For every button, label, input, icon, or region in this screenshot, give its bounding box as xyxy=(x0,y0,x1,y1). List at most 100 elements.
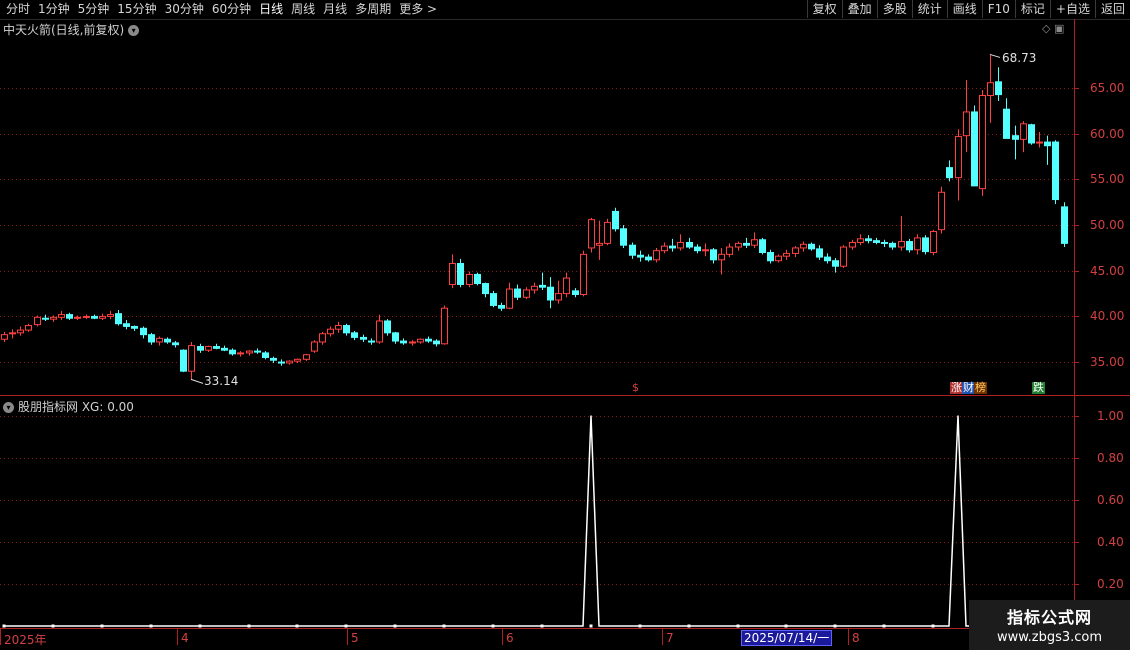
candle-up xyxy=(930,231,937,254)
low-price-label: 33.14 xyxy=(204,374,239,389)
candle-up xyxy=(50,316,57,320)
candle-up xyxy=(718,253,725,261)
high-marker-line xyxy=(989,53,1001,58)
xg-dot xyxy=(833,624,837,628)
xg-dot xyxy=(149,624,153,628)
chevron-down-icon[interactable]: ▾ xyxy=(3,402,14,413)
candle-up xyxy=(563,277,570,295)
xg-dot xyxy=(931,624,935,628)
candle-up xyxy=(702,249,709,252)
candle-down xyxy=(392,332,399,342)
time-axis-label: 2025年 xyxy=(4,633,47,647)
chevron-down-icon[interactable]: ▾ xyxy=(128,25,140,36)
watermark-line1: 指标公式网 xyxy=(1006,608,1092,627)
candle-down xyxy=(873,240,880,243)
xg-line xyxy=(4,415,1064,627)
xg-dot xyxy=(491,624,495,628)
candle-up xyxy=(286,360,293,364)
candle-down xyxy=(922,237,929,253)
candle-up xyxy=(327,328,334,335)
candle-up xyxy=(898,241,905,248)
price-axis-label: 35.00 xyxy=(1090,354,1125,369)
candle-down xyxy=(115,313,122,325)
candle-down xyxy=(425,338,432,342)
candle-up xyxy=(963,111,970,137)
candle-down xyxy=(743,242,750,246)
candle-down xyxy=(433,340,440,345)
kline-chart[interactable] xyxy=(0,0,1130,650)
candle-up xyxy=(506,288,513,309)
candle-down xyxy=(498,304,505,309)
candle-up xyxy=(74,316,81,319)
xg-dot xyxy=(198,624,202,628)
xg-dot xyxy=(2,624,6,628)
candle-down xyxy=(148,334,155,343)
candle-up xyxy=(25,325,32,331)
candle-down xyxy=(278,361,285,364)
time-axis-label: 6 xyxy=(506,631,514,645)
candle-up xyxy=(303,354,310,360)
price-axis-label: 45.00 xyxy=(1090,263,1125,278)
candle-up xyxy=(726,246,733,255)
watermark: 指标公式网 www.zbgs3.com xyxy=(969,600,1130,650)
candle-down xyxy=(808,243,815,250)
candle-down xyxy=(686,241,693,248)
xg-dot xyxy=(736,624,740,628)
window-icon[interactable]: ▣ xyxy=(1054,22,1064,35)
candle-up xyxy=(466,273,473,285)
candle-down xyxy=(360,336,367,340)
candle-down xyxy=(645,256,652,261)
candle-down xyxy=(351,332,358,338)
candle-down xyxy=(865,238,872,242)
candle-up xyxy=(849,241,856,248)
candle-down xyxy=(474,273,481,285)
xg-dot xyxy=(589,624,593,628)
indicator-title-text: 股朋指标网 XG: 0.00 xyxy=(18,400,134,414)
chart-corner-icons[interactable]: ◇ ▣ xyxy=(1042,22,1064,35)
signal-marker[interactable]: 跌 xyxy=(1032,382,1045,394)
candle-up xyxy=(319,333,326,343)
candle-up xyxy=(979,95,986,190)
time-axis-label: 4 xyxy=(181,631,189,645)
candle-up xyxy=(604,221,611,244)
candle-down xyxy=(816,248,823,258)
signal-marker[interactable]: 榜 xyxy=(974,382,987,394)
candle-down xyxy=(172,342,179,346)
candle-down xyxy=(1044,141,1051,147)
candle-down xyxy=(881,241,888,244)
signal-marker[interactable]: $ xyxy=(631,382,640,394)
candle-up xyxy=(792,247,799,254)
candle-down xyxy=(710,249,717,261)
candle-up xyxy=(34,316,41,326)
cursor-date-label: 2025/07/14/一 xyxy=(741,630,833,646)
candle-up xyxy=(653,250,660,261)
candle-down xyxy=(824,256,831,262)
candle-up xyxy=(294,358,301,362)
indicator-axis-label: 0.20 xyxy=(1097,576,1124,591)
candle-up xyxy=(156,337,163,343)
candle-down xyxy=(1028,124,1035,144)
candle-down xyxy=(254,350,261,353)
xg-dot xyxy=(247,624,251,628)
low-marker-line xyxy=(190,378,204,384)
candle-up xyxy=(441,307,448,345)
candle-down xyxy=(629,244,636,256)
candle-up xyxy=(58,314,65,318)
candle-down xyxy=(1003,108,1010,139)
candle-down xyxy=(1061,206,1068,244)
candle-up xyxy=(955,136,962,179)
candle-down xyxy=(637,254,644,258)
candle-down xyxy=(572,290,579,296)
candle-down xyxy=(946,167,953,179)
diamond-icon[interactable]: ◇ xyxy=(1042,22,1050,35)
candle-down xyxy=(547,286,554,301)
xg-dot xyxy=(295,624,299,628)
indicator-title: ▾ 股朋指标网 XG: 0.00 xyxy=(3,398,134,415)
time-axis-label: 5 xyxy=(351,631,359,645)
candle-down xyxy=(995,81,1002,96)
candle-down xyxy=(197,346,204,351)
candle-down xyxy=(694,246,701,252)
candle-down xyxy=(971,111,978,187)
candle-down xyxy=(759,239,766,254)
indicator-axis-label: 1.00 xyxy=(1097,408,1124,423)
